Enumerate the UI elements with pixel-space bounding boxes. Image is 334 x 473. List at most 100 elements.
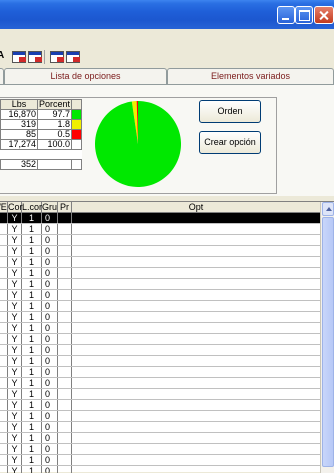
crear-opcion-button[interactable]: Crear opción bbox=[199, 131, 261, 154]
table-export-icon[interactable] bbox=[12, 51, 26, 63]
table-cell: 0 bbox=[42, 213, 58, 223]
table-cell: 1 bbox=[22, 246, 42, 256]
table-cell: 1 bbox=[22, 224, 42, 234]
table-row[interactable]: Y10 bbox=[0, 268, 320, 279]
table-cell: Y bbox=[8, 301, 22, 311]
col-header bbox=[71, 99, 83, 110]
table-cell bbox=[72, 235, 320, 245]
table-cell bbox=[58, 246, 72, 256]
table-cell: 0 bbox=[42, 290, 58, 300]
grid-header: /E Cor L.cor Gru Pr Opt bbox=[0, 202, 320, 213]
col-header[interactable]: Pr bbox=[58, 202, 72, 213]
grid-rows: Y10Y10Y10Y10Y10Y10Y10Y10Y10Y10Y10Y10Y10Y… bbox=[0, 213, 320, 473]
col-header[interactable]: Cor bbox=[8, 202, 23, 213]
summary-row: 17,274 100.0 bbox=[0, 139, 83, 150]
scroll-thumb[interactable] bbox=[322, 217, 334, 467]
table-row[interactable]: Y10 bbox=[0, 400, 320, 411]
table-cell: 0 bbox=[42, 246, 58, 256]
table-row[interactable]: Y10 bbox=[0, 301, 320, 312]
summary-row bbox=[0, 149, 82, 160]
pct-value bbox=[37, 149, 72, 160]
table-cell bbox=[0, 334, 8, 344]
table-cell bbox=[0, 389, 8, 399]
minimize-button[interactable] bbox=[277, 6, 295, 24]
table-cell bbox=[72, 444, 320, 454]
table-cell bbox=[72, 411, 320, 421]
table-row[interactable]: Y10 bbox=[0, 235, 320, 246]
table-row[interactable]: Y10 bbox=[0, 367, 320, 378]
tab-lista-de-opciones[interactable]: Lista de opciones bbox=[4, 68, 167, 84]
table-row[interactable]: Y10 bbox=[0, 422, 320, 433]
vertical-scrollbar[interactable] bbox=[320, 202, 334, 473]
col-header[interactable]: L.cor bbox=[22, 202, 42, 213]
table-row[interactable]: Y10 bbox=[0, 312, 320, 323]
table-export-icon[interactable] bbox=[50, 51, 64, 63]
table-row[interactable]: Y10 bbox=[0, 345, 320, 356]
table-row[interactable]: Y10 bbox=[0, 378, 320, 389]
maximize-button[interactable] bbox=[295, 6, 313, 24]
table-cell bbox=[0, 301, 8, 311]
table-cell: 0 bbox=[42, 301, 58, 311]
table-row[interactable]: Y10 bbox=[0, 334, 320, 345]
table-cell bbox=[0, 323, 8, 333]
table-cell: 0 bbox=[42, 422, 58, 432]
table-cell bbox=[58, 268, 72, 278]
table-cell bbox=[58, 400, 72, 410]
table-export-icon[interactable] bbox=[66, 51, 80, 63]
table-cell bbox=[58, 345, 72, 355]
table-row[interactable]: Y10 bbox=[0, 433, 320, 444]
table-row[interactable]: Y10 bbox=[0, 356, 320, 367]
table-row[interactable]: Y10 bbox=[0, 213, 320, 224]
tab-strip: Lista de opciones Elementos variados bbox=[0, 68, 334, 84]
table-cell: Y bbox=[8, 378, 22, 388]
tab-elementos-variados[interactable]: Elementos variados bbox=[167, 68, 334, 84]
table-cell: 0 bbox=[42, 411, 58, 421]
col-header[interactable]: Opt bbox=[72, 202, 320, 213]
table-cell: 1 bbox=[22, 301, 42, 311]
table-cell bbox=[58, 411, 72, 421]
table-cell: Y bbox=[8, 246, 22, 256]
table-row[interactable]: Y10 bbox=[0, 246, 320, 257]
table-cell: 0 bbox=[42, 334, 58, 344]
table-cell bbox=[72, 334, 320, 344]
table-row[interactable]: Y10 bbox=[0, 411, 320, 422]
col-header[interactable]: /E bbox=[0, 202, 8, 213]
table-row[interactable]: Y10 bbox=[0, 389, 320, 400]
table-cell bbox=[72, 312, 320, 322]
table-row[interactable]: Y10 bbox=[0, 455, 320, 466]
table-row[interactable]: Y10 bbox=[0, 279, 320, 290]
table-cell bbox=[58, 213, 72, 223]
col-header: Porcent bbox=[36, 99, 73, 110]
table-cell bbox=[58, 444, 72, 454]
table-cell: 1 bbox=[22, 389, 42, 399]
table-row[interactable]: Y10 bbox=[0, 323, 320, 334]
table-cell: Y bbox=[8, 323, 22, 333]
table-cell bbox=[0, 246, 8, 256]
table-cell bbox=[58, 389, 72, 399]
table-cell bbox=[58, 301, 72, 311]
color-swatch bbox=[71, 109, 83, 120]
table-row[interactable]: Y10 bbox=[0, 257, 320, 268]
table-cell bbox=[72, 290, 320, 300]
table-cell: Y bbox=[8, 257, 22, 267]
table-cell: 1 bbox=[22, 279, 42, 289]
table-cell: Y bbox=[8, 290, 22, 300]
table-row[interactable]: Y10 bbox=[0, 444, 320, 455]
table-cell bbox=[72, 279, 320, 289]
table-cell bbox=[72, 356, 320, 366]
pie-slice bbox=[95, 101, 181, 187]
table-row[interactable]: Y10 bbox=[0, 224, 320, 235]
pct-value: 1.8 bbox=[36, 119, 73, 130]
summary-row: 85 0.5 bbox=[0, 129, 83, 140]
orden-button[interactable]: Orden bbox=[199, 100, 261, 123]
table-row[interactable]: Y10 bbox=[0, 290, 320, 301]
table-cell bbox=[58, 378, 72, 388]
table-export-icon[interactable] bbox=[28, 51, 42, 63]
close-button[interactable] bbox=[314, 6, 334, 24]
table-cell: Y bbox=[8, 312, 22, 322]
col-header[interactable]: Gru bbox=[42, 202, 58, 213]
table-cell bbox=[58, 323, 72, 333]
search-binoculars-icon[interactable]: A bbox=[0, 51, 4, 61]
table-cell bbox=[72, 323, 320, 333]
scroll-up-arrow-icon[interactable] bbox=[322, 202, 334, 216]
